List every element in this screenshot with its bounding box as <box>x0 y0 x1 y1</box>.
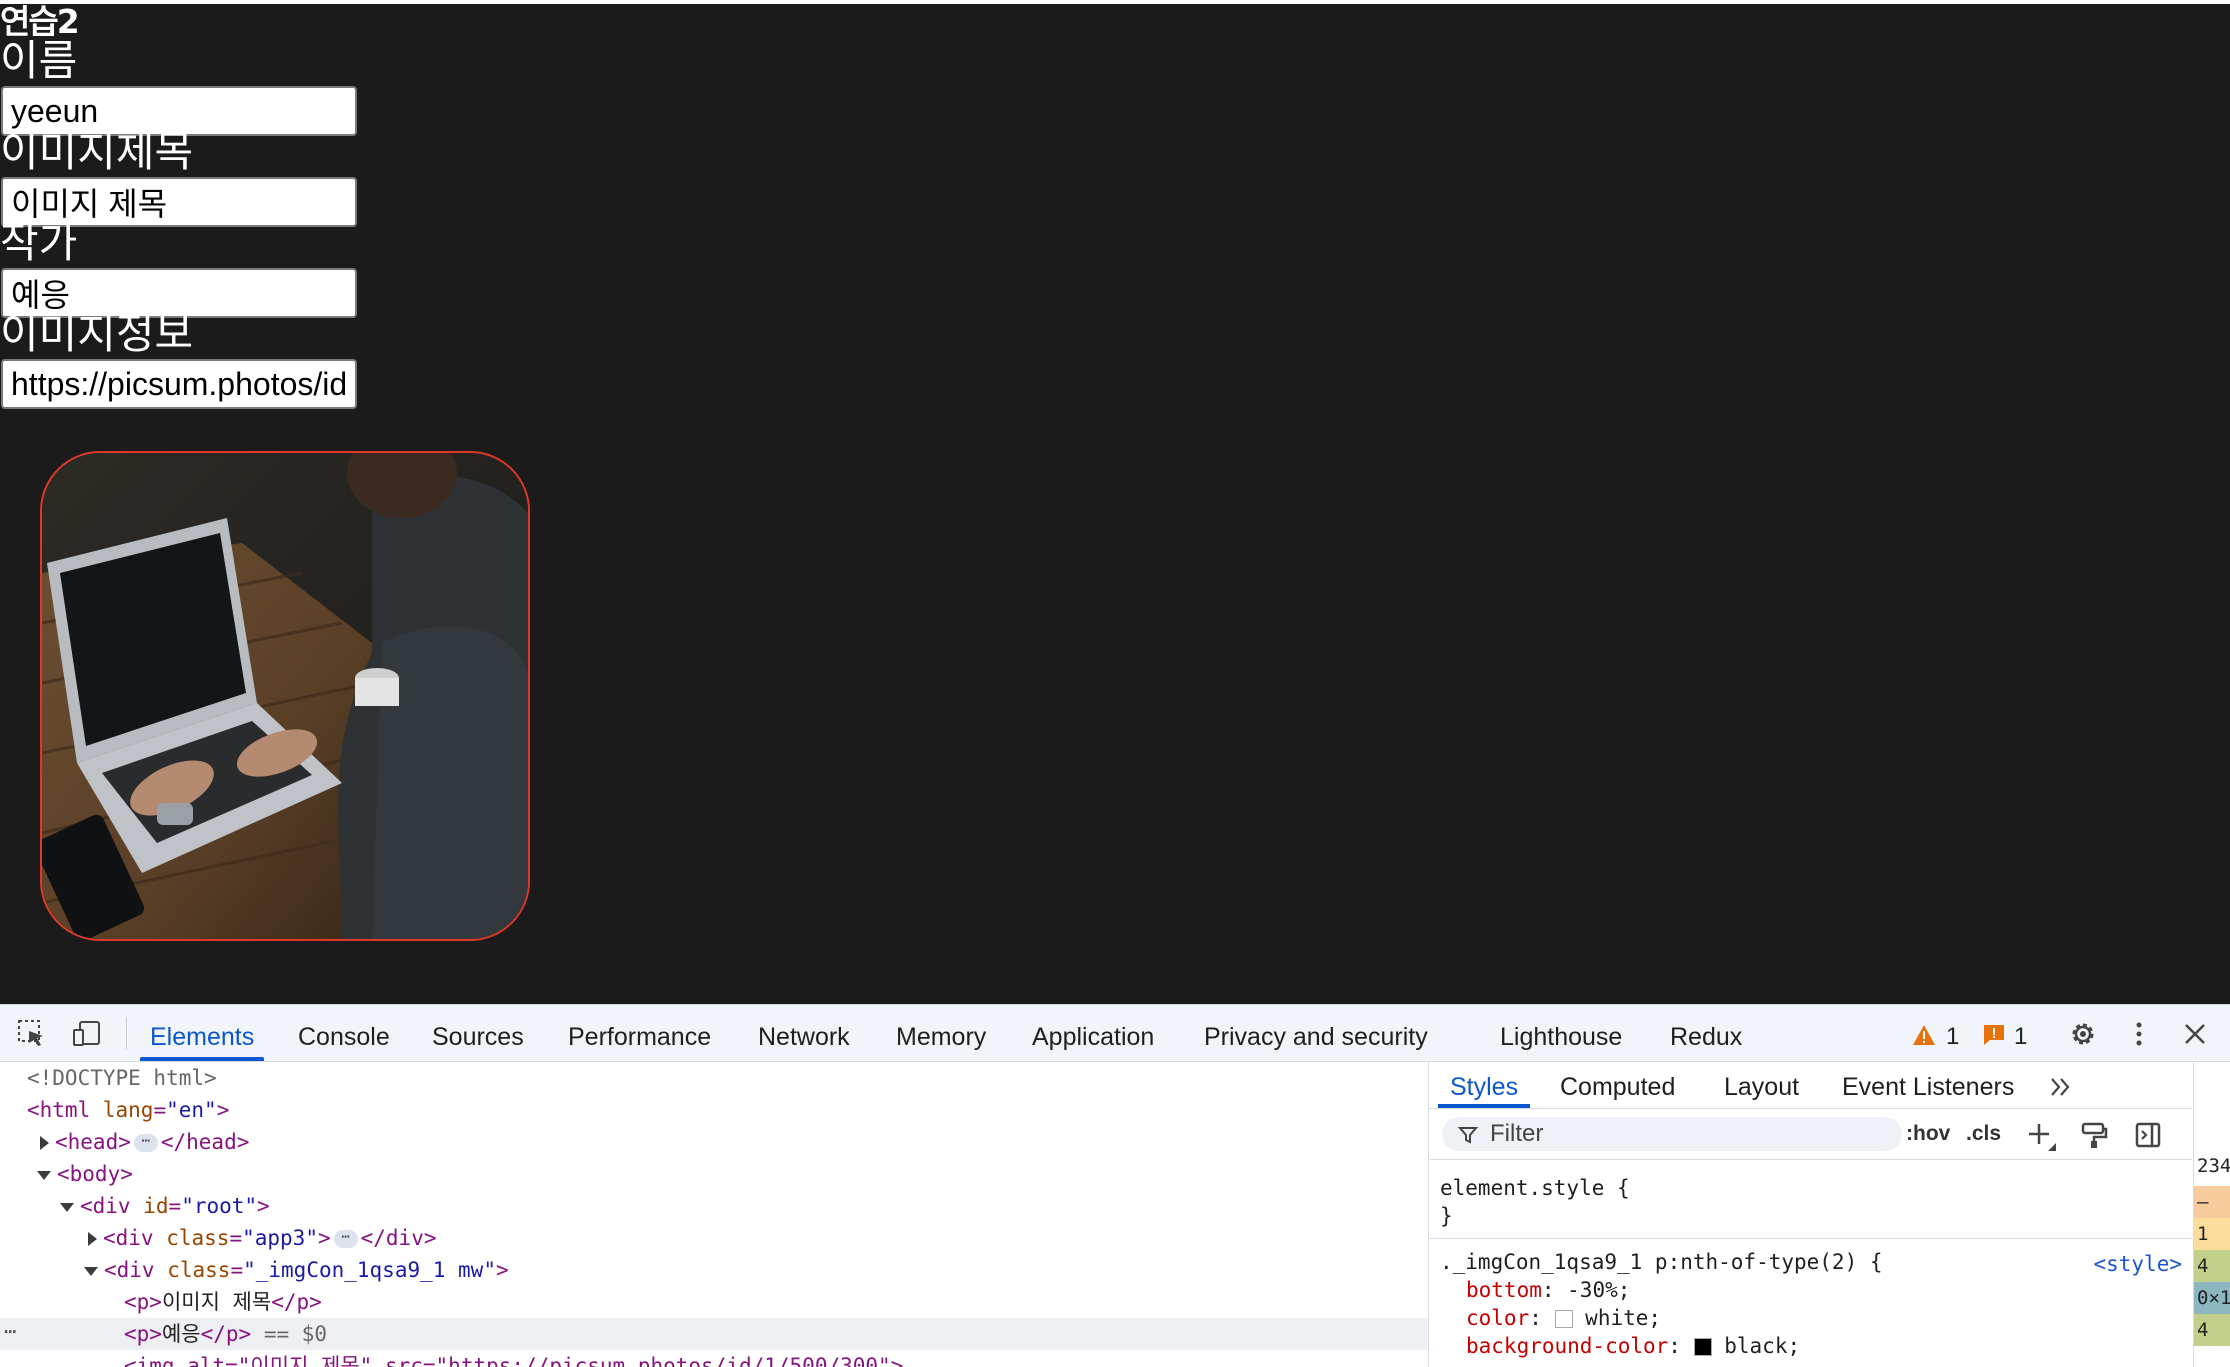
photo-image <box>40 451 530 941</box>
tab-styles[interactable]: Styles <box>1437 1062 1531 1108</box>
dom-root[interactable]: <div id="root"> <box>0 1190 1428 1222</box>
dom-app3[interactable]: <div class="app3"> ⋯ </div> <box>0 1222 1428 1254</box>
tab-network[interactable]: Network <box>758 1005 850 1061</box>
dom-img[interactable]: <img alt="이미지 제목" src="https://picsum.ph… <box>0 1350 1428 1367</box>
hov-toggle[interactable]: :hov <box>1906 1109 1950 1159</box>
devtools-panel: Elements Console Sources Performance Net… <box>0 1004 2230 1367</box>
style-rule-selector[interactable]: ._imgCon_1qsa9_1 p:nth-of-type(2) { <box>1440 1248 1883 1276</box>
name-label: 이름 <box>0 36 78 85</box>
rule-divider <box>1430 1238 2192 1239</box>
image-info-input[interactable] <box>1 359 357 409</box>
box-model-padding: 4 <box>2194 1250 2230 1282</box>
style-prop-background[interactable]: background-color: black; <box>1466 1332 1800 1360</box>
tab-console[interactable]: Console <box>298 1005 390 1061</box>
device-toolbar-icon[interactable] <box>72 1019 102 1049</box>
laptop-photo <box>42 453 528 939</box>
more-options-icon[interactable] <box>2124 1019 2154 1049</box>
close-icon[interactable] <box>2180 1019 2210 1049</box>
style-source-link[interactable]: <style> <box>2093 1250 2182 1278</box>
warning-icon[interactable] <box>1912 1023 1936 1047</box>
devtools-toolbar: Elements Console Sources Performance Net… <box>0 1005 2230 1062</box>
filter-placeholder: Filter <box>1490 1120 1544 1147</box>
warnings-count[interactable]: 1 <box>1946 1005 1959 1069</box>
page-heading: 연습2 <box>0 2 80 41</box>
row-more-icon[interactable]: ⋯ <box>4 1318 28 1350</box>
inspect-element-icon[interactable] <box>17 1019 47 1049</box>
box-model-value: 234 <box>2194 1150 2230 1182</box>
white-swatch[interactable] <box>1554 1310 1573 1328</box>
dom-p-title[interactable]: <p>이미지 제목</p> <box>0 1286 1428 1318</box>
cls-toggle[interactable]: .cls <box>1966 1109 2001 1159</box>
dom-html[interactable]: <html lang="en"> <box>0 1094 1428 1126</box>
tab-redux[interactable]: Redux <box>1670 1005 1742 1061</box>
tab-privacy-security[interactable]: Privacy and security <box>1204 1005 1428 1061</box>
styles-filter-input[interactable]: Filter <box>1442 1117 1902 1151</box>
tab-lighthouse[interactable]: Lighthouse <box>1500 1005 1622 1061</box>
dom-head[interactable]: <head> ⋯ </head> <box>0 1126 1428 1158</box>
styles-pane: Styles Computed Layout Event Listeners F… <box>1430 1062 2192 1367</box>
tab-application[interactable]: Application <box>1032 1005 1154 1061</box>
collapsed-triangle-icon[interactable] <box>88 1232 97 1246</box>
ellipsis-icon[interactable]: ⋯ <box>133 1134 158 1152</box>
issues-icon[interactable] <box>1982 1023 2006 1047</box>
box-model-border: 1 <box>2194 1218 2230 1250</box>
styles-tabbar: Styles Computed Layout Event Listeners <box>1430 1062 2192 1109</box>
paint-brush-icon[interactable] <box>2080 1121 2108 1149</box>
page-viewport: 연습2 이름 이미지제목 작가 이미지정보 <box>0 0 2230 1004</box>
box-model-strip: 234 – 1 4 0×16 4 <box>2193 1062 2230 1367</box>
toolbar-divider <box>126 1017 127 1049</box>
box-model-margin: – <box>2194 1186 2230 1218</box>
more-tabs-chevron-icon[interactable] <box>2048 1074 2074 1100</box>
toggle-sidebar-icon[interactable] <box>2134 1121 2162 1149</box>
tab-sources[interactable]: Sources <box>432 1005 524 1061</box>
new-style-rule-icon[interactable] <box>2026 1121 2056 1151</box>
dom-doctype[interactable]: <!DOCTYPE html> <box>0 1062 1428 1094</box>
style-prop-bottom[interactable]: bottom: -30%; <box>1466 1276 1630 1304</box>
settings-gear-icon[interactable] <box>2068 1019 2098 1049</box>
tab-elements[interactable]: Elements <box>139 1005 265 1061</box>
image-title-label: 이미지제목 <box>0 127 194 176</box>
expanded-triangle-icon[interactable] <box>60 1202 74 1212</box>
styles-filter-bar: Filter :hov .cls <box>1430 1109 2192 1160</box>
element-style-close: } <box>1440 1204 1453 1228</box>
element-style-rule[interactable]: element.style { <box>1440 1174 1630 1202</box>
author-label: 작가 <box>0 218 78 267</box>
dom-body[interactable]: <body> <box>0 1158 1428 1190</box>
tab-layout[interactable]: Layout <box>1724 1062 1799 1108</box>
dom-imgcon[interactable]: <div class="_imgCon_1qsa9_1 mw"> <box>0 1254 1428 1286</box>
box-model-content: 0×16 <box>2194 1282 2230 1314</box>
elements-tree[interactable]: <!DOCTYPE html> <html lang="en"> <head> ⋯… <box>0 1062 1429 1367</box>
issues-count[interactable]: 1 <box>2014 1005 2027 1069</box>
black-swatch[interactable] <box>1693 1338 1712 1356</box>
tab-performance[interactable]: Performance <box>568 1005 711 1061</box>
image-info-label: 이미지정보 <box>0 309 194 358</box>
tab-memory[interactable]: Memory <box>896 1005 986 1061</box>
tab-event-listeners[interactable]: Event Listeners <box>1842 1062 2014 1108</box>
expanded-triangle-icon[interactable] <box>37 1170 51 1180</box>
tab-computed[interactable]: Computed <box>1560 1062 1675 1108</box>
expanded-triangle-icon[interactable] <box>84 1266 98 1276</box>
style-prop-color[interactable]: color: white; <box>1466 1304 1661 1332</box>
collapsed-triangle-icon[interactable] <box>40 1136 49 1150</box>
dom-p-author-selected[interactable]: <p>예응</p> == $0 <box>0 1318 1428 1350</box>
ellipsis-icon[interactable]: ⋯ <box>333 1230 358 1248</box>
box-model-padding-bottom: 4 <box>2194 1314 2230 1346</box>
filter-icon <box>1458 1127 1478 1144</box>
